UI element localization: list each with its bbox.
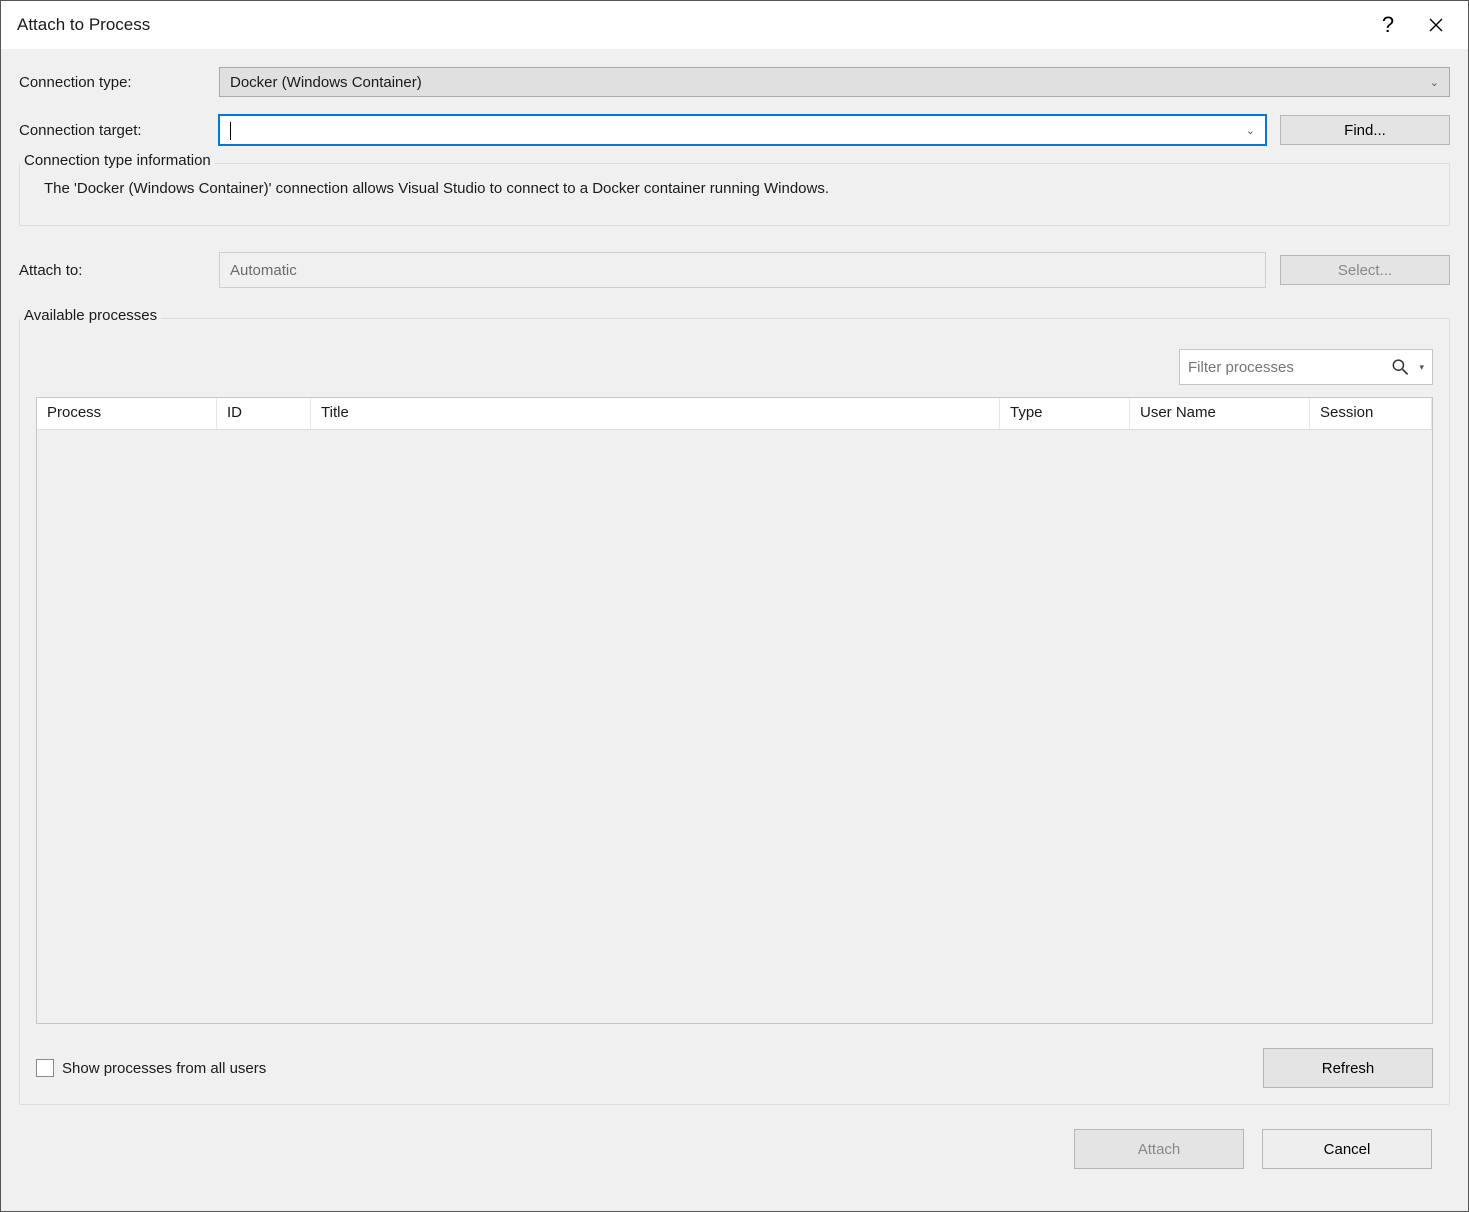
help-button[interactable]: ? bbox=[1364, 5, 1412, 45]
available-processes-group: Available processes ▾ Process ID Title T… bbox=[19, 318, 1450, 1105]
dialog-footer: Attach Cancel bbox=[19, 1105, 1450, 1193]
table-body bbox=[37, 430, 1432, 1023]
connection-info-text: The 'Docker (Windows Container)' connect… bbox=[34, 172, 1435, 197]
chevron-down-icon[interactable]: ▾ bbox=[1419, 362, 1424, 373]
filter-row: ▾ bbox=[36, 349, 1433, 385]
attach-button[interactable]: Attach bbox=[1074, 1129, 1244, 1169]
attach-to-process-dialog: Attach to Process ? Connection type: Doc… bbox=[0, 0, 1469, 1212]
attach-to-row: Attach to: Automatic Select... bbox=[19, 252, 1450, 288]
attach-to-label: Attach to: bbox=[19, 262, 219, 279]
column-process[interactable]: Process bbox=[37, 398, 217, 429]
show-all-users-checkbox[interactable]: Show processes from all users bbox=[36, 1059, 266, 1077]
dialog-title: Attach to Process bbox=[17, 15, 150, 35]
attach-to-field: Automatic bbox=[219, 252, 1266, 288]
text-caret bbox=[230, 122, 231, 140]
column-id[interactable]: ID bbox=[217, 398, 311, 429]
close-icon bbox=[1429, 18, 1443, 32]
cancel-button[interactable]: Cancel bbox=[1262, 1129, 1432, 1169]
connection-target-row: Connection target: ⌄ Find... bbox=[19, 115, 1450, 145]
filter-processes-input[interactable] bbox=[1188, 359, 1387, 376]
connection-type-row: Connection type: Docker (Windows Contain… bbox=[19, 67, 1450, 97]
available-processes-legend: Available processes bbox=[20, 307, 161, 324]
show-all-users-label: Show processes from all users bbox=[62, 1060, 266, 1077]
connection-info-group: Connection type information The 'Docker … bbox=[19, 163, 1450, 226]
select-button[interactable]: Select... bbox=[1280, 255, 1450, 285]
refresh-button[interactable]: Refresh bbox=[1263, 1048, 1433, 1088]
table-header: Process ID Title Type User Name Session bbox=[37, 398, 1432, 430]
column-title[interactable]: Title bbox=[311, 398, 1000, 429]
table-footer-row: Show processes from all users Refresh bbox=[36, 1048, 1433, 1088]
connection-target-label: Connection target: bbox=[19, 122, 219, 139]
process-table[interactable]: Process ID Title Type User Name Session bbox=[36, 397, 1433, 1024]
help-icon: ? bbox=[1382, 12, 1394, 38]
checkbox-box bbox=[36, 1059, 54, 1077]
find-button[interactable]: Find... bbox=[1280, 115, 1450, 145]
connection-target-combo[interactable]: ⌄ bbox=[219, 115, 1266, 145]
titlebar: Attach to Process ? bbox=[1, 1, 1468, 49]
column-user-name[interactable]: User Name bbox=[1130, 398, 1310, 429]
connection-info-legend: Connection type information bbox=[20, 152, 215, 169]
chevron-down-icon: ⌄ bbox=[1246, 124, 1255, 137]
column-session[interactable]: Session bbox=[1310, 398, 1432, 429]
connection-type-value: Docker (Windows Container) bbox=[230, 74, 1430, 91]
dialog-content: Connection type: Docker (Windows Contain… bbox=[1, 49, 1468, 1211]
close-button[interactable] bbox=[1412, 5, 1460, 45]
filter-processes-box[interactable]: ▾ bbox=[1179, 349, 1433, 385]
search-icon bbox=[1391, 357, 1409, 377]
connection-type-combo[interactable]: Docker (Windows Container) ⌄ bbox=[219, 67, 1450, 97]
chevron-down-icon: ⌄ bbox=[1430, 76, 1439, 89]
connection-type-label: Connection type: bbox=[19, 74, 219, 91]
column-type[interactable]: Type bbox=[1000, 398, 1130, 429]
attach-to-value: Automatic bbox=[230, 262, 297, 279]
